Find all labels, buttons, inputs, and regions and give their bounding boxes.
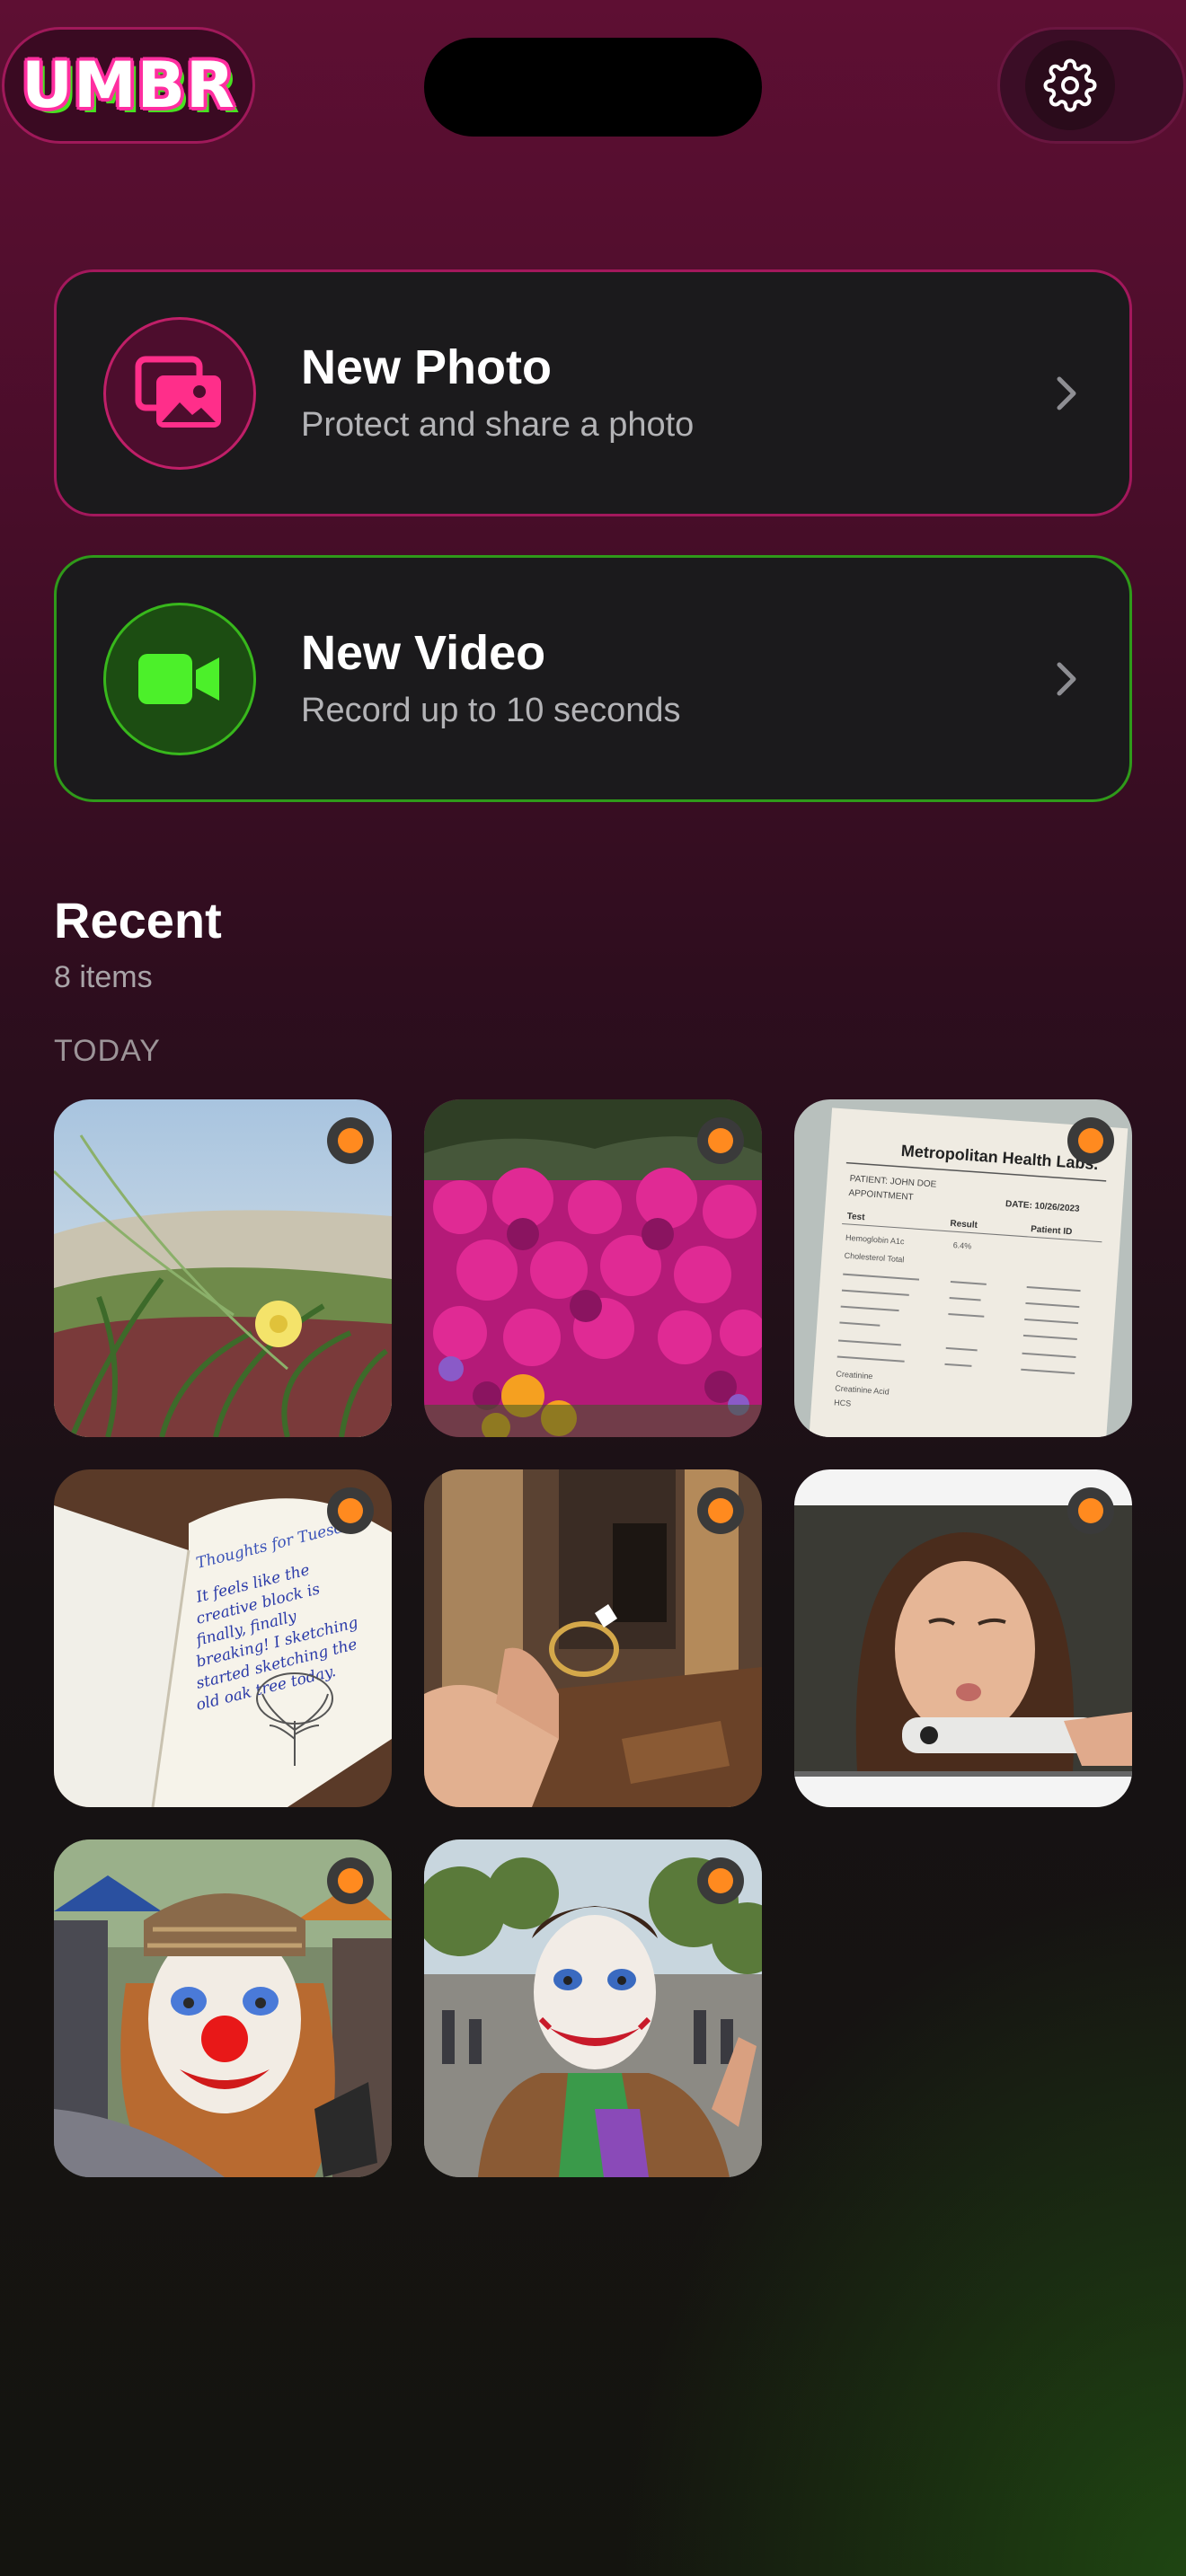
new-video-title: New Video [301, 625, 546, 680]
photo-gallery-icon [135, 356, 221, 428]
status-badge [697, 1857, 744, 1904]
status-badge [697, 1487, 744, 1534]
media-thumbnail[interactable] [794, 1469, 1132, 1807]
media-thumbnail[interactable] [54, 1099, 392, 1437]
app-logo[interactable]: UMBR [2, 27, 255, 144]
media-thumbnail[interactable]: Thoughts for Tuesday It feels like the c… [54, 1469, 392, 1807]
recent-count: 8 items [54, 960, 153, 994]
svg-text:Test: Test [846, 1212, 865, 1222]
gear-icon [1043, 58, 1097, 112]
svg-text:HCS: HCS [834, 1398, 852, 1407]
new-video-icon-badge [103, 602, 256, 755]
logo-text: UMBR [22, 49, 235, 122]
status-badge [327, 1117, 374, 1164]
media-thumbnail[interactable] [424, 1469, 762, 1807]
status-badge [1067, 1487, 1114, 1534]
new-video-subtitle: Record up to 10 seconds [301, 691, 681, 729]
settings-button[interactable] [997, 27, 1186, 144]
svg-text:Result: Result [950, 1219, 978, 1231]
recent-heading: Recent [54, 892, 222, 948]
new-video-card[interactable]: New Video Record up to 10 seconds [54, 555, 1132, 802]
video-camera-icon [138, 653, 219, 704]
status-badge [697, 1117, 744, 1164]
section-label-today: TODAY [54, 1034, 161, 1068]
media-thumbnail[interactable] [54, 1839, 392, 2177]
media-thumbnail[interactable] [424, 1099, 762, 1437]
status-badge [327, 1487, 374, 1534]
status-badge [1067, 1117, 1114, 1164]
chevron-right-icon [1049, 366, 1084, 420]
new-photo-card[interactable]: New Photo Protect and share a photo [54, 269, 1132, 516]
svg-text:6.4%: 6.4% [952, 1240, 971, 1250]
chevron-right-icon [1049, 652, 1084, 706]
status-badge [327, 1857, 374, 1904]
media-thumbnail[interactable] [424, 1839, 762, 2177]
new-photo-subtitle: Protect and share a photo [301, 405, 695, 444]
new-photo-title: New Photo [301, 340, 552, 394]
dynamic-island [424, 38, 762, 137]
media-thumbnail[interactable]: Metropolitan Health Labs. PATIENT: JOHN … [794, 1099, 1132, 1437]
new-photo-icon-badge [103, 316, 256, 470]
